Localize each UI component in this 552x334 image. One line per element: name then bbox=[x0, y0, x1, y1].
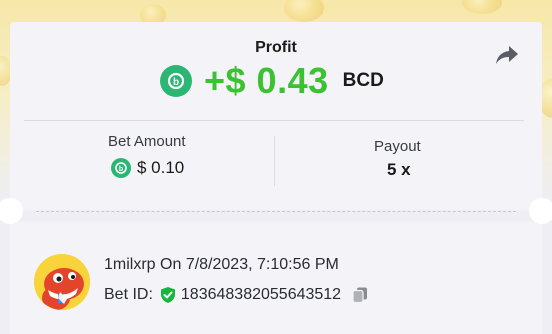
bcd-coin-icon: b bbox=[111, 158, 131, 178]
bet-user-line: 1milxrp On 7/8/2023, 7:10:56 PM bbox=[104, 256, 339, 274]
column-divider bbox=[274, 136, 275, 186]
user-avatar[interactable] bbox=[34, 254, 90, 310]
bet-id-line: Bet ID: 183648382055643512 bbox=[104, 286, 369, 304]
payout-value: 5 x bbox=[387, 160, 411, 179]
share-arrow-icon bbox=[496, 46, 518, 64]
dinosaur-avatar-icon bbox=[34, 254, 90, 310]
background-coin-decoration bbox=[462, 0, 502, 14]
svg-text:b: b bbox=[119, 166, 123, 173]
bet-amount-value: $ 0.10 bbox=[137, 158, 185, 177]
bet-id-label: Bet ID: bbox=[104, 286, 153, 303]
svg-text:b: b bbox=[173, 77, 179, 88]
bet-amount-row: b $ 0.10 bbox=[111, 158, 184, 178]
profit-row: b +$ 0.43 BCD bbox=[160, 60, 384, 101]
ticket-notch-left bbox=[0, 198, 23, 224]
bet-datetime: 7/8/2023, 7:10:56 PM bbox=[185, 256, 339, 273]
profit-currency: BCD bbox=[342, 70, 384, 91]
section-divider bbox=[24, 120, 524, 121]
background-coin-decoration bbox=[284, 0, 324, 22]
verified-shield-icon bbox=[160, 287, 175, 303]
ticket-perforation bbox=[36, 211, 516, 212]
ticket-notch-right bbox=[529, 198, 552, 224]
bet-amount-label: Bet Amount bbox=[108, 133, 186, 150]
payout-label: Payout bbox=[374, 138, 421, 155]
date-prefix: On bbox=[160, 256, 182, 273]
username[interactable]: 1milxrp bbox=[104, 256, 156, 273]
bet-id-value: 183648382055643512 bbox=[180, 286, 342, 303]
share-button[interactable] bbox=[494, 43, 520, 67]
bcd-coin-icon: b bbox=[160, 65, 192, 97]
profit-label: Profit bbox=[255, 39, 297, 56]
profit-value: +$ 0.43 bbox=[204, 60, 329, 101]
copy-icon[interactable] bbox=[351, 286, 369, 304]
